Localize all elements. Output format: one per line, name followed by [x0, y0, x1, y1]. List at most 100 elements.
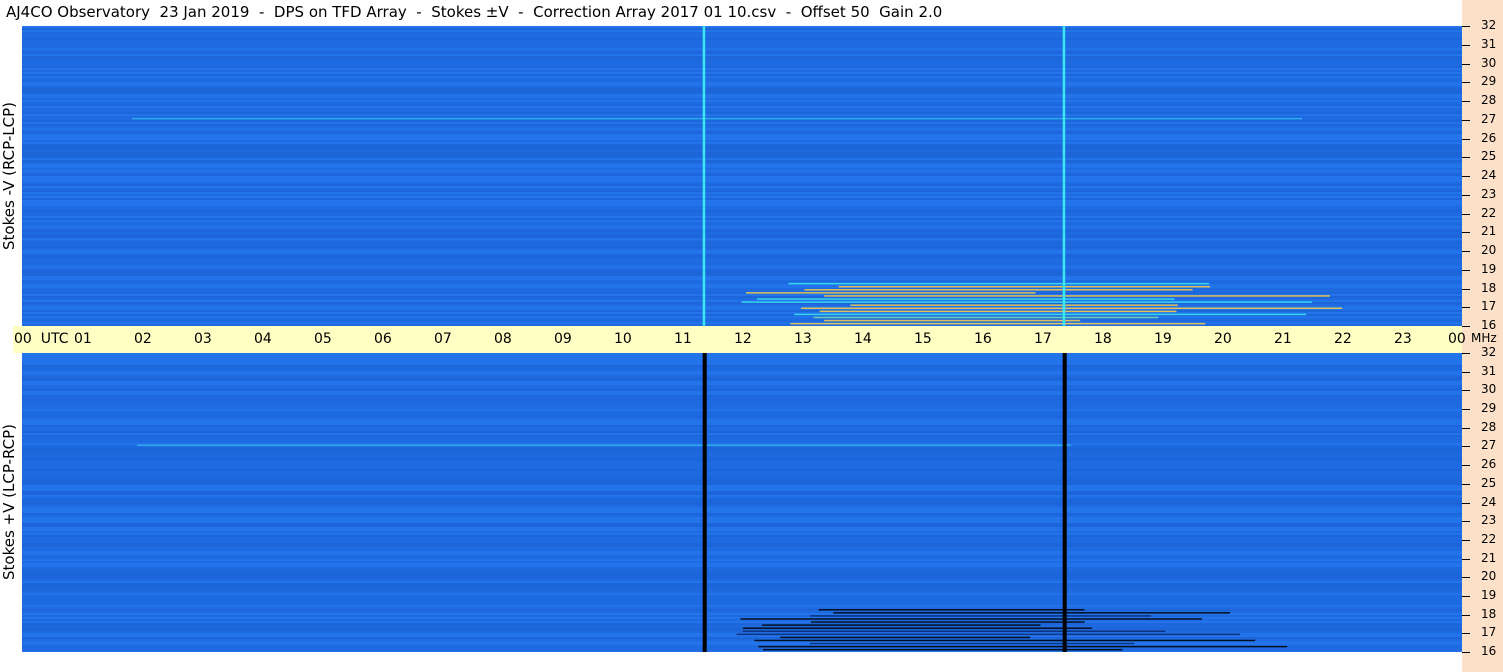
frequency-tick	[1462, 269, 1470, 271]
spectrogram-band	[22, 108, 1462, 110]
frequency-unit-label: MHz	[1471, 331, 1497, 345]
spectrogram-band	[22, 521, 1462, 523]
spectrogram-band	[22, 130, 1462, 132]
spectrogram-band	[22, 393, 1462, 395]
spectrogram-band	[22, 607, 1462, 609]
interference-streak	[137, 444, 1071, 447]
spectrogram-band	[22, 373, 1462, 375]
frequency-tick	[1462, 101, 1470, 102]
time-tick-label: 16	[974, 331, 992, 347]
spectrogram-band	[22, 94, 1462, 96]
frequency-tick	[1462, 502, 1470, 504]
spectrogram-band	[22, 60, 1462, 62]
interference-streak	[746, 292, 1036, 294]
bottom-spectrogram-panel	[22, 353, 1462, 652]
spectrogram-band	[22, 36, 1462, 38]
spectrogram-band	[22, 44, 1462, 46]
spectrogram-band	[22, 371, 1462, 373]
spectrogram-band	[22, 461, 1462, 463]
spectrogram-band	[22, 140, 1462, 142]
spectrogram-band	[22, 463, 1462, 465]
spectrogram-band	[22, 567, 1462, 569]
spectrogram-band	[22, 439, 1462, 441]
spectrogram-band	[22, 593, 1462, 595]
spectrogram-band	[22, 473, 1462, 475]
interference-streak	[838, 285, 1211, 288]
time-tick-label: 15	[914, 331, 932, 347]
spectrogram-band	[22, 66, 1462, 68]
interference-streak	[804, 289, 1193, 291]
time-tick-label: 08	[494, 331, 512, 347]
spectrogram-band	[22, 298, 1462, 300]
spectrogram-band	[22, 134, 1462, 136]
top-spectrogram-panel	[22, 26, 1462, 326]
frequency-tick	[1462, 633, 1470, 635]
spectrogram-band	[22, 417, 1462, 419]
spectrogram-band	[22, 104, 1462, 106]
spectrogram-band	[22, 429, 1462, 431]
spectrogram-band	[22, 623, 1462, 625]
spectrogram-band	[22, 573, 1462, 575]
spectrogram-band	[22, 316, 1462, 318]
frequency-tick	[1462, 119, 1470, 121]
spectrogram-band	[22, 252, 1462, 254]
time-tick-label: 00	[1448, 331, 1466, 347]
interference-streak	[741, 301, 1312, 303]
spectrogram-band	[22, 92, 1462, 94]
spectrogram-band	[22, 38, 1462, 40]
spectrogram-band	[22, 70, 1462, 72]
spectrogram-band	[22, 288, 1462, 290]
spectrogram-band	[22, 437, 1462, 439]
time-tick-label: 05	[314, 331, 332, 347]
interference-streak	[833, 612, 1230, 614]
spectrogram-band	[22, 194, 1462, 196]
spectrogram-band	[22, 533, 1462, 535]
time-tick-label: 21	[1274, 331, 1292, 347]
time-tick-label: 00 UTC	[14, 331, 69, 347]
frequency-tick-label: 24	[1481, 168, 1497, 182]
spectrogram-band	[22, 481, 1462, 483]
spectrogram-band	[22, 377, 1462, 379]
spectrogram-band	[22, 166, 1462, 168]
time-tick-label: 01	[74, 331, 92, 347]
frequency-tick	[1462, 176, 1470, 177]
spectrogram-band	[22, 577, 1462, 579]
spectrogram-band	[22, 40, 1462, 42]
spectrogram-band	[22, 517, 1462, 519]
spectrogram-band	[22, 441, 1462, 443]
time-tick-label: 13	[794, 331, 812, 347]
spectrogram-band	[22, 50, 1462, 52]
interference-streak	[818, 609, 1085, 611]
spectrogram-band	[22, 625, 1462, 627]
frequency-tick-label: 16	[1481, 318, 1497, 332]
spectrogram-band	[22, 282, 1462, 284]
spectrogram-band	[22, 228, 1462, 230]
spectrogram-band	[22, 262, 1462, 264]
interference-streak	[813, 316, 1159, 319]
interference-streak	[758, 645, 1288, 648]
spectrogram-band	[22, 483, 1462, 485]
time-axis: 00 UTC 01 02 03 04 05 06 07 08 09 10 11 12 13 14 15 16 17…	[13, 326, 1466, 353]
spectrogram-band	[22, 635, 1462, 637]
time-tick-label: 12	[734, 331, 752, 347]
spectrogram-band	[22, 198, 1462, 200]
spectrogram-band	[22, 575, 1462, 577]
time-tick-label: 06	[374, 331, 392, 347]
spectrogram-band	[22, 355, 1462, 357]
spectrogram-band	[22, 224, 1462, 226]
frequency-tick-label: 25	[1481, 475, 1497, 490]
spectrogram-band	[22, 74, 1462, 76]
spectrogram-band	[22, 218, 1462, 220]
spectrogram-band	[22, 511, 1462, 513]
spectrogram-band	[22, 485, 1462, 487]
spectrogram-band	[22, 523, 1462, 525]
spectrogram-band	[22, 26, 1462, 28]
spectrogram-band	[22, 80, 1462, 82]
interference-streak	[742, 627, 1092, 629]
time-tick-label: 20	[1214, 331, 1232, 347]
spectrogram-band	[22, 455, 1462, 457]
frequency-tick-label: 24	[1481, 494, 1497, 509]
spectrogram-band	[22, 581, 1462, 583]
spectrogram-band	[22, 28, 1462, 30]
spectrogram-band	[22, 579, 1462, 581]
